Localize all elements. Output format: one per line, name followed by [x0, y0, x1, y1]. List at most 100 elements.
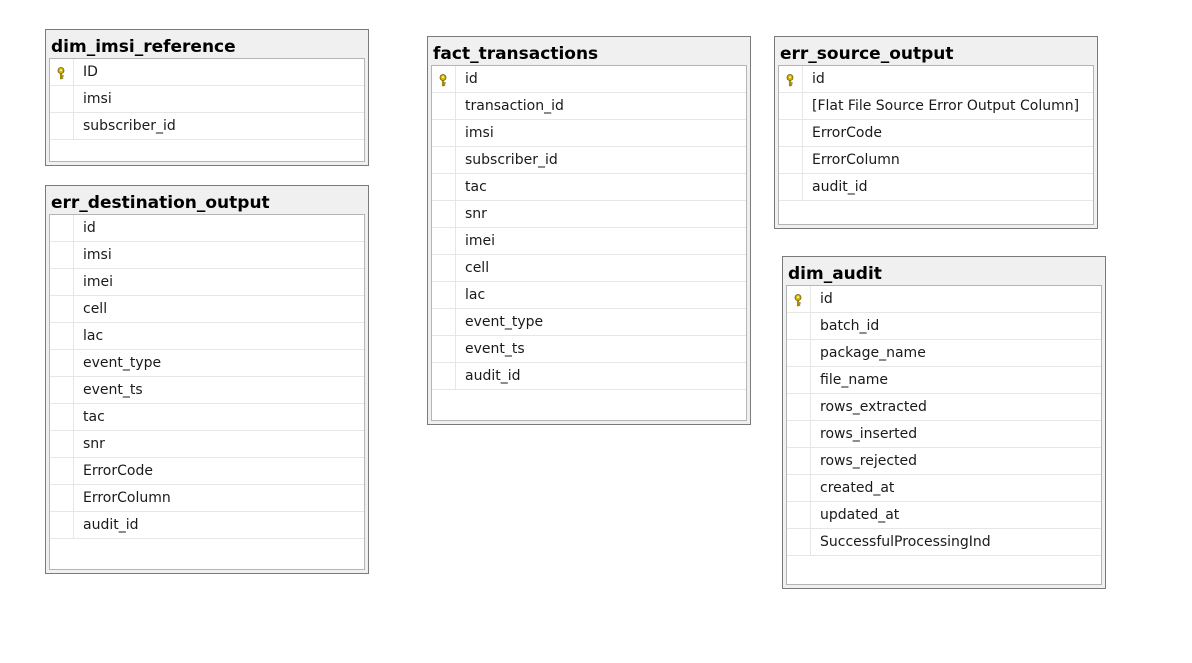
row-selector[interactable]	[787, 340, 811, 366]
row-selector[interactable]	[432, 336, 456, 362]
column-row[interactable]: tac	[432, 174, 746, 201]
column-row[interactable]: subscriber_id	[50, 113, 364, 140]
column-row[interactable]: ErrorColumn	[779, 147, 1093, 174]
row-selector[interactable]	[50, 296, 74, 322]
column-row[interactable]: updated_at	[787, 502, 1101, 529]
row-selector[interactable]	[432, 201, 456, 227]
row-selector[interactable]	[787, 367, 811, 393]
row-selector[interactable]	[50, 242, 74, 268]
row-selector[interactable]	[50, 512, 74, 538]
row-selector[interactable]	[50, 431, 74, 457]
column-row[interactable]: id	[432, 66, 746, 93]
row-selector[interactable]	[50, 350, 74, 376]
row-selector[interactable]	[432, 120, 456, 146]
column-row[interactable]: rows_inserted	[787, 421, 1101, 448]
row-selector[interactable]	[787, 475, 811, 501]
column-row[interactable]: transaction_id	[432, 93, 746, 120]
column-row[interactable]: rows_rejected	[787, 448, 1101, 475]
table-title: dim_imsi_reference	[51, 37, 236, 57]
row-selector[interactable]	[787, 313, 811, 339]
row-selector[interactable]	[50, 323, 74, 349]
row-selector[interactable]	[50, 458, 74, 484]
column-row[interactable]: event_ts	[50, 377, 364, 404]
column-name: cell	[83, 301, 108, 317]
row-selector[interactable]	[787, 394, 811, 420]
column-row[interactable]: imsi	[432, 120, 746, 147]
row-selector[interactable]	[787, 448, 811, 474]
column-name: SuccessfulProcessingInd	[820, 534, 991, 550]
row-selector[interactable]	[432, 282, 456, 308]
row-selector[interactable]	[779, 174, 803, 200]
row-selector[interactable]	[779, 66, 803, 92]
row-selector[interactable]	[50, 59, 74, 85]
column-row[interactable]: imsi	[50, 86, 364, 113]
column-row[interactable]: cell	[432, 255, 746, 282]
column-row[interactable]: file_name	[787, 367, 1101, 394]
column-row[interactable]: audit_id	[432, 363, 746, 390]
column-name: audit_id	[465, 368, 521, 384]
column-name: tac	[465, 179, 487, 195]
column-row[interactable]: batch_id	[787, 313, 1101, 340]
column-row[interactable]: snr	[432, 201, 746, 228]
column-row[interactable]: rows_extracted	[787, 394, 1101, 421]
row-selector[interactable]	[779, 120, 803, 146]
row-selector[interactable]	[50, 215, 74, 241]
column-row[interactable]: imei	[50, 269, 364, 296]
table-err-destination-output[interactable]: err_destination_output id imsi imei cell lac…	[45, 185, 369, 574]
row-selector[interactable]	[50, 404, 74, 430]
column-row[interactable]: created_at	[787, 475, 1101, 502]
row-selector[interactable]	[787, 529, 811, 555]
row-selector[interactable]	[779, 147, 803, 173]
row-selector[interactable]	[432, 255, 456, 281]
column-row[interactable]: id	[779, 66, 1093, 93]
row-selector[interactable]	[432, 309, 456, 335]
column-row[interactable]: cell	[50, 296, 364, 323]
row-selector[interactable]	[50, 113, 74, 139]
column-row[interactable]: tac	[50, 404, 364, 431]
column-row[interactable]: audit_id	[50, 512, 364, 539]
column-row[interactable]: snr	[50, 431, 364, 458]
column-row[interactable]: audit_id	[779, 174, 1093, 201]
row-selector[interactable]	[779, 93, 803, 119]
column-row[interactable]: ErrorCode	[779, 120, 1093, 147]
column-row[interactable]: ID	[50, 59, 364, 86]
table-dim-audit[interactable]: dim_audit id batch_id package_name file_nam…	[782, 256, 1106, 589]
column-row[interactable]: event_type	[432, 309, 746, 336]
column-row[interactable]: imsi	[50, 242, 364, 269]
column-row[interactable]: event_type	[50, 350, 364, 377]
row-selector[interactable]	[50, 377, 74, 403]
column-row[interactable]: event_ts	[432, 336, 746, 363]
column-row[interactable]: subscriber_id	[432, 147, 746, 174]
column-row[interactable]: id	[787, 286, 1101, 313]
row-selector[interactable]	[432, 363, 456, 389]
column-row[interactable]: ErrorCode	[50, 458, 364, 485]
row-selector[interactable]	[432, 66, 456, 92]
column-row[interactable]: ErrorColumn	[50, 485, 364, 512]
column-name: id	[812, 71, 825, 87]
column-row[interactable]: lac	[50, 323, 364, 350]
row-selector[interactable]	[432, 174, 456, 200]
row-selector[interactable]	[50, 86, 74, 112]
row-selector[interactable]	[50, 485, 74, 511]
row-selector[interactable]	[787, 421, 811, 447]
row-selector[interactable]	[432, 228, 456, 254]
column-row[interactable]: imei	[432, 228, 746, 255]
row-selector[interactable]	[432, 93, 456, 119]
column-row[interactable]: SuccessfulProcessingInd	[787, 529, 1101, 556]
column-row[interactable]: [Flat File Source Error Output Column]	[779, 93, 1093, 120]
row-selector[interactable]	[787, 502, 811, 528]
row-selector[interactable]	[787, 286, 811, 312]
column-name: imei	[83, 274, 114, 290]
column-row[interactable]: id	[50, 215, 364, 242]
primary-key-icon	[786, 74, 794, 87]
table-fact-transactions[interactable]: fact_transactions id transaction_id imsi su…	[427, 36, 751, 425]
column-row[interactable]: lac	[432, 282, 746, 309]
row-selector[interactable]	[50, 269, 74, 295]
row-selector[interactable]	[432, 147, 456, 173]
primary-key-icon	[57, 67, 65, 80]
table-err-source-output[interactable]: err_source_output id [Flat File Source Er…	[774, 36, 1098, 229]
column-row[interactable]: package_name	[787, 340, 1101, 367]
table-dim-imsi-reference[interactable]: dim_imsi_reference ID imsi subscriber_id	[45, 29, 369, 166]
column-name: imsi	[465, 125, 494, 141]
column-name: transaction_id	[465, 98, 564, 114]
